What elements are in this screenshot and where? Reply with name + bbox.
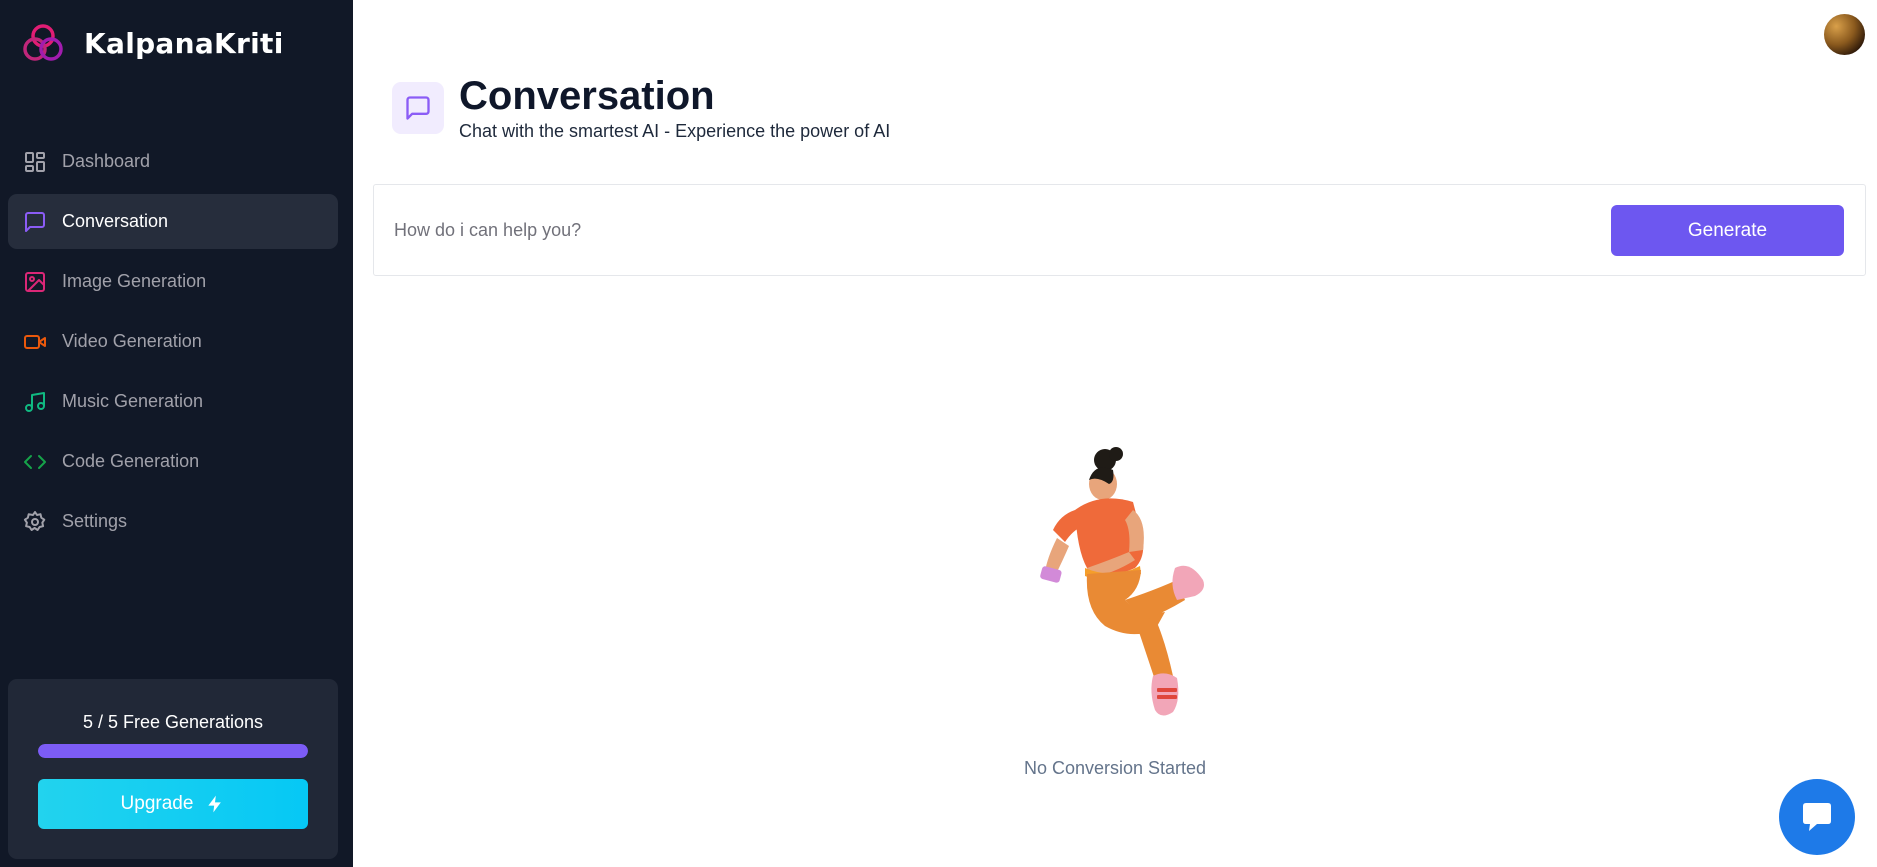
- sidebar-item-dashboard[interactable]: Dashboard: [8, 134, 338, 189]
- sidebar-item-label: Dashboard: [62, 151, 151, 171]
- page-subtitle: Chat with the smartest AI - Experience t…: [459, 121, 891, 141]
- sidebar-item-label: Conversation: [62, 211, 169, 231]
- sidebar-item-label: Music Generation: [62, 391, 204, 411]
- user-avatar[interactable]: [1824, 14, 1865, 55]
- sidebar-item-label: Code Generation: [62, 451, 200, 471]
- person-with-phone-illustration: [1040, 447, 1204, 716]
- brand-logo-icon: [23, 24, 63, 61]
- sidebar-item-image-generation[interactable]: Image Generation: [8, 254, 338, 309]
- sidebar-nav: Dashboard Conversation Image Generation: [8, 134, 338, 554]
- page-title: Conversation: [459, 74, 715, 118]
- image-icon: [23, 270, 47, 294]
- sidebar-item-video-generation[interactable]: Video Generation: [8, 314, 338, 369]
- generations-progress-bar: [38, 744, 308, 758]
- page-header-icon-box: [392, 82, 444, 134]
- zap-icon: [208, 795, 222, 813]
- sidebar-item-code-generation[interactable]: Code Generation: [8, 434, 338, 489]
- dashboard-icon: [23, 150, 47, 174]
- settings-gear-icon: [23, 510, 47, 534]
- sidebar: KalpanaKriti Dashboard Conversation Imag…: [0, 0, 353, 867]
- sidebar-item-conversation[interactable]: Conversation: [8, 194, 338, 249]
- brand-name: KalpanaKriti: [84, 26, 284, 60]
- upgrade-button[interactable]: Upgrade: [38, 779, 308, 829]
- brand[interactable]: KalpanaKriti: [22, 22, 284, 64]
- upgrade-button-label: Upgrade: [120, 793, 194, 814]
- sidebar-item-label: Image Generation: [62, 271, 207, 291]
- prompt-form: Generate: [373, 184, 1866, 276]
- code-icon: [23, 450, 47, 474]
- prompt-input[interactable]: [394, 213, 1574, 247]
- chat-widget-button[interactable]: [1779, 779, 1855, 855]
- sidebar-item-music-generation[interactable]: Music Generation: [8, 374, 338, 429]
- sidebar-item-label: Settings: [62, 511, 128, 531]
- sidebar-item-settings[interactable]: Settings: [8, 494, 338, 549]
- sidebar-item-label: Video Generation: [62, 331, 202, 351]
- music-icon: [23, 390, 47, 414]
- empty-state-message: No Conversion Started: [1023, 758, 1207, 778]
- message-square-icon: [406, 96, 430, 120]
- free-generations-counter: 5 / 5 Free Generations: [82, 712, 264, 732]
- chat-bubble-icon: [1803, 803, 1831, 831]
- message-square-icon: [23, 210, 47, 234]
- generate-button[interactable]: Generate: [1611, 205, 1844, 256]
- generations-progress-fill: [38, 744, 308, 758]
- video-icon: [23, 330, 47, 354]
